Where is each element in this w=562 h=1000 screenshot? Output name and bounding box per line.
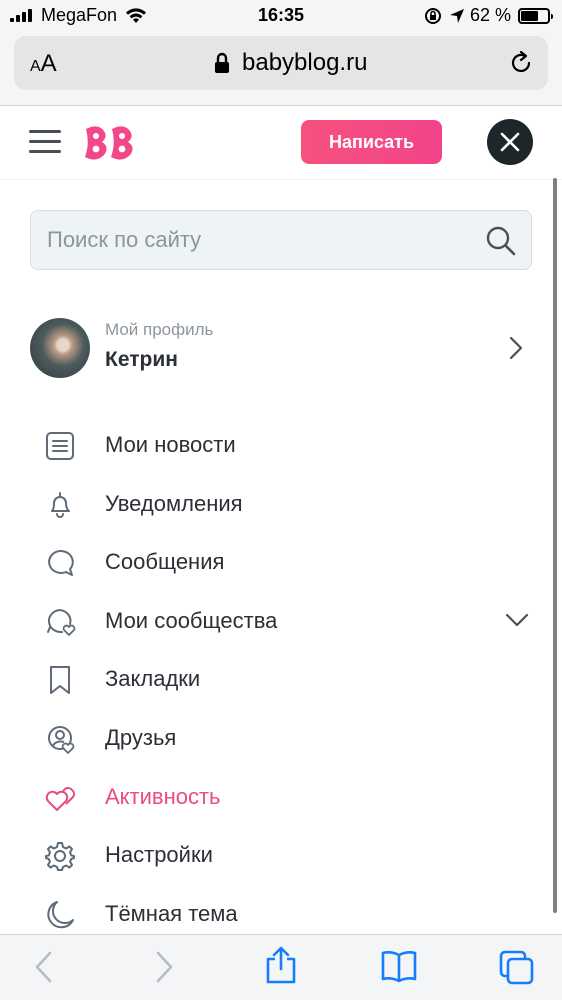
chat-bubble-icon <box>48 550 74 577</box>
menu-item-label: Мои новости <box>105 432 236 457</box>
profile-link[interactable]: Мой профиль Кетрин <box>30 318 532 382</box>
menu-item-label: Мои сообщества <box>105 607 278 633</box>
profile-name: Кетрин <box>105 348 178 371</box>
news-icon <box>46 432 74 460</box>
share-icon[interactable] <box>264 945 298 985</box>
scrollbar[interactable] <box>553 178 557 913</box>
menu-item-communities[interactable]: Мои сообщества <box>0 592 562 651</box>
chevron-down-icon[interactable] <box>505 612 529 628</box>
write-post-button[interactable]: Написать <box>301 120 442 164</box>
menu-item-bookmarks[interactable]: Закладки <box>0 650 562 709</box>
address-bar[interactable]: AA babyblog.ru <box>14 36 548 90</box>
wifi-icon <box>126 8 146 23</box>
side-menu-panel: Мой профиль Кетрин Мои новости Уведомлен… <box>0 179 562 934</box>
browser-address-area: AA babyblog.ru <box>0 32 562 106</box>
gear-icon <box>45 842 75 872</box>
menu-item-messages[interactable]: Сообщения <box>0 533 562 592</box>
menu-item-friends[interactable]: Друзья <box>0 709 562 768</box>
community-heart-icon <box>47 608 76 636</box>
avatar <box>30 318 90 378</box>
profile-caption: Мой профиль <box>105 320 214 339</box>
forward-icon[interactable] <box>150 949 178 985</box>
menu-item-news[interactable]: Мои новости <box>0 416 562 475</box>
menu-item-activity[interactable]: Активность <box>0 768 562 827</box>
search-box <box>30 210 532 270</box>
location-arrow-icon <box>450 9 464 23</box>
cellular-signal-icon <box>10 9 32 22</box>
menu-item-notifications[interactable]: Уведомления <box>0 475 562 534</box>
main-menu: Мои новости Уведомления Сообщения Мои со… <box>0 416 562 943</box>
search-icon[interactable] <box>485 225 517 257</box>
secure-lock-icon <box>215 52 229 73</box>
url-text[interactable]: babyblog.ru <box>242 49 367 77</box>
menu-item-settings[interactable]: Настройки <box>0 826 562 885</box>
friends-icon <box>48 725 75 754</box>
search-input[interactable] <box>31 211 481 269</box>
bell-icon <box>51 491 70 518</box>
chevron-right-icon <box>509 336 523 360</box>
babyblog-logo[interactable] <box>82 121 140 165</box>
menu-item-label: Настройки <box>105 842 213 868</box>
menu-item-label: Тёмная тема <box>105 900 238 926</box>
close-icon <box>500 132 520 152</box>
menu-item-label: Друзья <box>105 724 177 750</box>
site-header: Написать <box>0 107 562 179</box>
battery-percent: 62 % <box>470 5 512 25</box>
carrier-name: MegaFon <box>41 5 118 25</box>
close-menu-button[interactable] <box>487 119 533 165</box>
menu-burger-icon[interactable] <box>29 130 61 154</box>
battery-icon <box>518 8 553 24</box>
menu-item-label: Сообщения <box>105 549 225 575</box>
tabs-icon[interactable] <box>498 949 536 985</box>
menu-item-label: Уведомления <box>105 490 243 516</box>
bookmark-icon <box>50 666 70 695</box>
bookmarks-book-icon[interactable] <box>380 949 418 983</box>
rotation-lock-icon <box>425 8 441 24</box>
menu-item-label: Активность <box>105 783 221 809</box>
moon-icon <box>47 900 74 928</box>
back-icon[interactable] <box>30 949 58 985</box>
hearts-icon <box>45 786 75 811</box>
status-bar: MegaFon 16:35 62 % <box>0 0 562 32</box>
browser-toolbar <box>0 934 562 1000</box>
text-size-button[interactable]: AA <box>30 50 57 78</box>
menu-item-label: Закладки <box>105 666 201 692</box>
reload-icon[interactable] <box>508 50 534 76</box>
